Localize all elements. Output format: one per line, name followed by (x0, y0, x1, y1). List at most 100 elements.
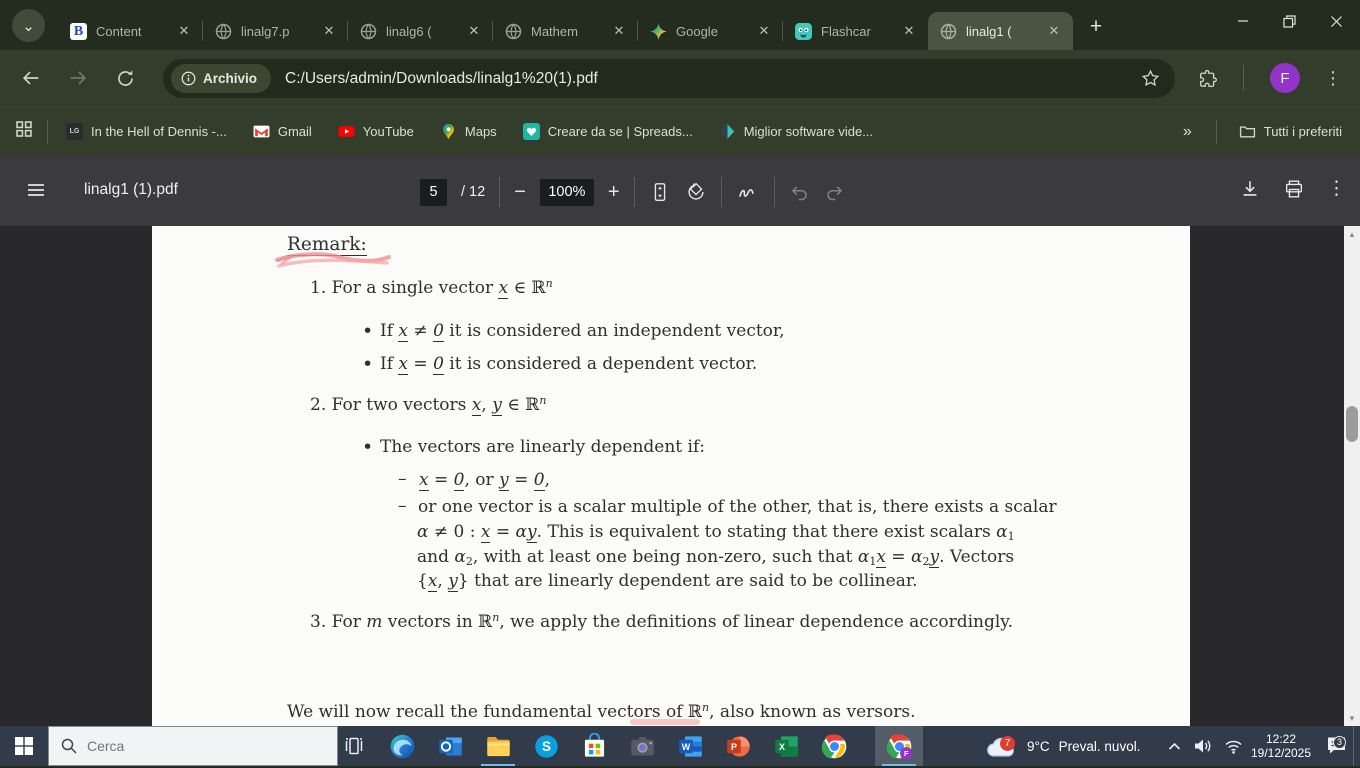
close-icon[interactable]: ✕ (320, 22, 338, 40)
scroll-down-arrow[interactable]: ▼ (1344, 710, 1360, 726)
taskbar-powerpoint[interactable]: P (714, 726, 762, 766)
back-button[interactable] (14, 61, 48, 95)
close-icon[interactable]: ✕ (465, 22, 483, 40)
tab-linalg7[interactable]: linalg7.p ✕ (202, 12, 348, 50)
taskbar-word[interactable]: W (666, 726, 714, 766)
pdf-page[interactable]: Remark: 1. For a single vector x ∈ ℝn • … (152, 226, 1190, 726)
taskbar-search[interactable] (48, 726, 338, 766)
volume-button[interactable] (1188, 726, 1218, 766)
taskbar-skype[interactable]: S (522, 726, 570, 766)
window-maximize-button[interactable] (1266, 0, 1313, 42)
close-icon[interactable]: ✕ (175, 22, 193, 40)
apps-grid-button[interactable] (15, 120, 33, 143)
taskbar-edge[interactable] (378, 726, 426, 766)
all-bookmarks-button[interactable]: Tutti i preferiti (1239, 123, 1342, 140)
tab-flashcards[interactable]: Flashcar ✕ (782, 12, 928, 50)
zoom-level[interactable]: 100% (539, 178, 594, 206)
tab-label: Google (676, 23, 718, 39)
close-icon[interactable]: ✕ (900, 22, 918, 40)
zoom-out-button[interactable]: − (514, 181, 526, 204)
fit-page-button[interactable] (649, 181, 671, 203)
doc-item2-dash2-line1: or one vector is a scalar multiple of th… (418, 497, 1057, 517)
search-icon (61, 738, 77, 754)
powerpoint-icon: P (726, 735, 750, 757)
doc-item2: 2. For two vectors x, y ∈ ℝn (310, 394, 547, 416)
annotate-button[interactable] (736, 180, 760, 204)
bookmark-maps[interactable]: Maps (440, 123, 497, 140)
toolbar-divider (1243, 65, 1244, 91)
pdf-viewer[interactable]: Remark: 1. For a single vector x ∈ ℝn • … (0, 226, 1360, 726)
window-close-button[interactable] (1313, 0, 1360, 42)
tab-content[interactable]: B Content ✕ (58, 12, 203, 50)
taskbar-camera[interactable] (618, 726, 666, 766)
tab-google[interactable]: Google ✕ (637, 12, 783, 50)
profile-avatar[interactable]: F (1270, 63, 1300, 93)
bookmark-star-icon[interactable] (1140, 68, 1161, 89)
globe-icon (215, 23, 232, 39)
taskbar-outlook[interactable] (426, 726, 474, 766)
taskbar-clock[interactable]: 12:22 19/12/2025 (1248, 726, 1314, 766)
scrollbar-thumb[interactable] (1346, 406, 1358, 442)
search-input[interactable] (87, 738, 307, 754)
bookmark-youtube[interactable]: YouTube (338, 123, 414, 140)
address-bar[interactable]: Archivio C:/Users/admin/Downloads/linalg… (163, 59, 1175, 98)
bookmark-label: Miglior software vide... (743, 124, 874, 139)
taskbar-excel[interactable]: X (762, 726, 810, 766)
doc-item2-dash2-line4: {x, y} that are linearly dependent are s… (417, 571, 918, 592)
vertical-scrollbar[interactable]: ▲ ▼ (1344, 226, 1360, 726)
bookmark-gmail[interactable]: Gmail (253, 123, 312, 140)
tab-label: linalg6 ( (386, 23, 432, 39)
windows-taskbar: S W P X F 7 9°C Preval. nuvol. 12:22 19/… (0, 726, 1360, 766)
doc-item2-dash1: x = 0, or y = 0, (419, 470, 550, 491)
bookmark-creare[interactable]: Creare da se | Spreads... (522, 123, 693, 140)
taskbar-chrome-profile-active[interactable]: F (875, 726, 923, 766)
doc-item1-bullet2: If x = 0 it is considered a dependent ve… (380, 354, 758, 375)
window-minimize-button[interactable] (1219, 0, 1266, 42)
close-icon[interactable]: ✕ (755, 22, 773, 40)
print-button[interactable] (1283, 178, 1305, 200)
close-icon[interactable]: ✕ (610, 22, 628, 40)
site-favicon-icon: LG (66, 123, 83, 140)
redo-button[interactable] (824, 182, 845, 203)
download-button[interactable] (1239, 178, 1261, 200)
tab-mathem[interactable]: Mathem ✕ (492, 12, 638, 50)
start-button[interactable] (0, 726, 48, 766)
file-scheme-chip[interactable]: Archivio (171, 64, 272, 93)
bookmarks-overflow-button[interactable]: » (1183, 123, 1192, 141)
tab-linalg1-active[interactable]: linalg1 ( ✕ (928, 12, 1073, 50)
bookmark-dennis[interactable]: LG In the Hell of Dennis -... (66, 123, 227, 140)
rotate-button[interactable] (685, 181, 707, 203)
page-number-input[interactable] (420, 178, 447, 206)
url-text[interactable]: C:/Users/admin/Downloads/linalg1%20(1).p… (285, 70, 1140, 88)
close-icon[interactable]: ✕ (1045, 22, 1063, 40)
reload-button[interactable] (108, 61, 142, 95)
tab-linalg6[interactable]: linalg6 ( ✕ (347, 12, 493, 50)
taskbar-store[interactable] (570, 726, 618, 766)
new-tab-button[interactable]: + (1082, 13, 1110, 41)
task-view-button[interactable] (330, 726, 378, 766)
chrome-icon (821, 734, 846, 759)
diamond-pen-icon (720, 124, 734, 139)
forward-button[interactable] (61, 61, 95, 95)
network-button[interactable] (1218, 726, 1248, 766)
pdf-more-button[interactable]: ⋮ (1327, 177, 1346, 200)
redo-icon (826, 185, 842, 200)
bookmark-label: YouTube (362, 124, 414, 139)
taskbar-chrome[interactable] (810, 726, 858, 766)
action-center-button[interactable]: 3 (1320, 726, 1354, 766)
scroll-up-arrow[interactable]: ▲ (1344, 226, 1360, 242)
tray-expand-button[interactable] (1160, 726, 1188, 766)
pdf-title: linalg1 (1).pdf (84, 181, 178, 198)
tab-search-button[interactable]: ⌄ (12, 9, 45, 42)
browser-menu-button[interactable]: ⋮ (1316, 61, 1350, 95)
extensions-button[interactable] (1190, 61, 1224, 95)
taskbar-file-explorer[interactable] (474, 726, 522, 766)
show-desktop-button[interactable] (1353, 726, 1360, 766)
doc-item2-dash2-line3: and α2, with at least one being non-zero… (417, 547, 1015, 568)
bookmark-miglior[interactable]: Miglior software vide... (719, 123, 873, 140)
pdf-menu-button[interactable] (26, 180, 46, 200)
taskbar-weather[interactable]: 7 9°C Preval. nuvol. (986, 726, 1140, 766)
zoom-in-button[interactable]: + (608, 181, 620, 204)
maximize-icon (1283, 14, 1296, 28)
undo-button[interactable] (789, 182, 810, 203)
